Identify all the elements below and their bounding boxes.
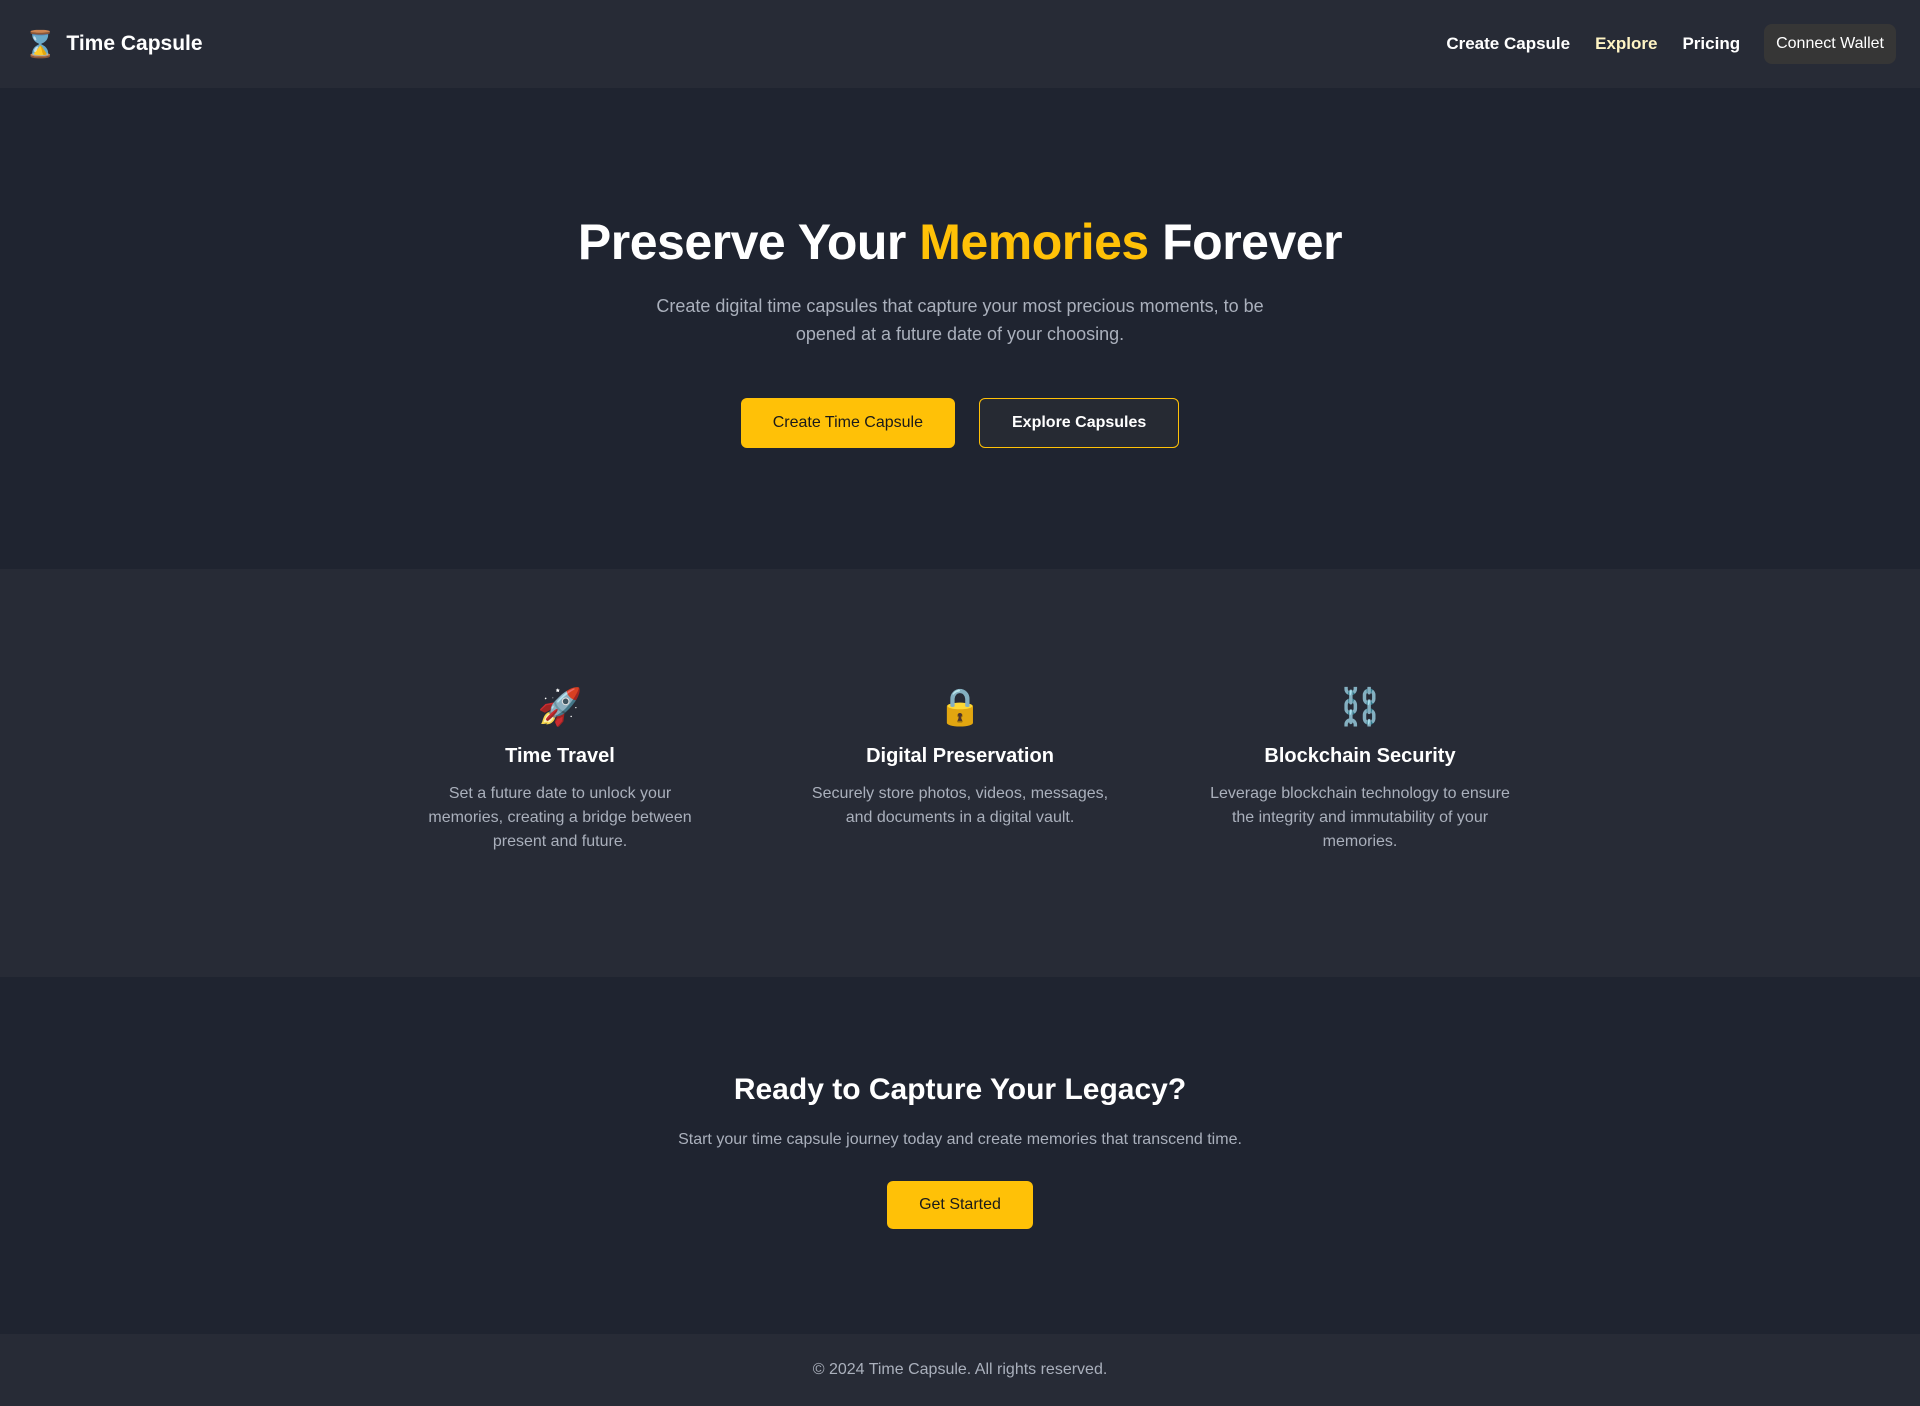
hero-section: Preserve Your Memories Forever Create di… bbox=[0, 88, 1920, 569]
feature-digital-preservation: 🔒 Digital Preservation Securely store ph… bbox=[760, 689, 1160, 977]
explore-capsules-button[interactable]: Explore Capsules bbox=[979, 398, 1180, 448]
brand-name: Time Capsule bbox=[66, 32, 203, 55]
feature-title: Digital Preservation bbox=[866, 745, 1054, 767]
feature-time-travel: 🚀 Time Travel Set a future date to unloc… bbox=[360, 689, 760, 977]
site-header: ⌛ Time Capsule Create Capsule Explore Pr… bbox=[0, 0, 1920, 88]
create-time-capsule-button[interactable]: Create Time Capsule bbox=[740, 398, 955, 448]
feature-description: Leverage blockchain technology to ensure… bbox=[1210, 785, 1510, 850]
site-footer: © 2024 Time Capsule. All rights reserved… bbox=[0, 1334, 1920, 1406]
feature-description: Set a future date to unlock your memorie… bbox=[428, 785, 692, 850]
feature-title: Time Travel bbox=[505, 745, 615, 767]
main-nav: Create Capsule Explore Pricing Connect W… bbox=[1446, 24, 1896, 64]
hero-title: Preserve Your Memories Forever bbox=[577, 212, 1343, 272]
nav-pricing[interactable]: Pricing bbox=[1682, 34, 1740, 54]
feature-description: Securely store photos, videos, messages,… bbox=[811, 785, 1109, 826]
rocket-icon: 🚀 bbox=[537, 686, 583, 727]
connect-wallet-button[interactable]: Connect Wallet bbox=[1764, 24, 1896, 64]
cta-title: Ready to Capture Your Legacy? bbox=[733, 1073, 1187, 1106]
cta-subtitle: Start your time capsule journey today an… bbox=[678, 1131, 1242, 1148]
hero-actions: Create Time Capsule Explore Capsules bbox=[740, 398, 1180, 448]
hero-subtitle: Create digital time capsules that captur… bbox=[656, 296, 1264, 344]
features-section: 🚀 Time Travel Set a future date to unloc… bbox=[0, 569, 1920, 977]
brand[interactable]: ⌛ Time Capsule bbox=[24, 31, 203, 57]
lock-icon: 🔒 bbox=[937, 686, 983, 727]
hero-title-accent: Memories bbox=[919, 214, 1149, 270]
hero-title-start: Preserve Your bbox=[577, 214, 920, 270]
feature-title: Blockchain Security bbox=[1264, 745, 1456, 767]
copyright-text: © 2024 Time Capsule. All rights reserved… bbox=[812, 1361, 1108, 1378]
hourglass-icon: ⌛ bbox=[24, 29, 57, 59]
nav-explore[interactable]: Explore bbox=[1595, 34, 1657, 54]
chain-icon: ⛓️ bbox=[1337, 686, 1383, 727]
feature-blockchain-security: ⛓️ Blockchain Security Leverage blockcha… bbox=[1160, 689, 1560, 977]
cta-section: Ready to Capture Your Legacy? Start your… bbox=[0, 977, 1920, 1334]
hero-title-end: Forever bbox=[1148, 214, 1343, 270]
nav-create-capsule[interactable]: Create Capsule bbox=[1446, 34, 1570, 54]
get-started-button[interactable]: Get Started bbox=[887, 1181, 1033, 1229]
